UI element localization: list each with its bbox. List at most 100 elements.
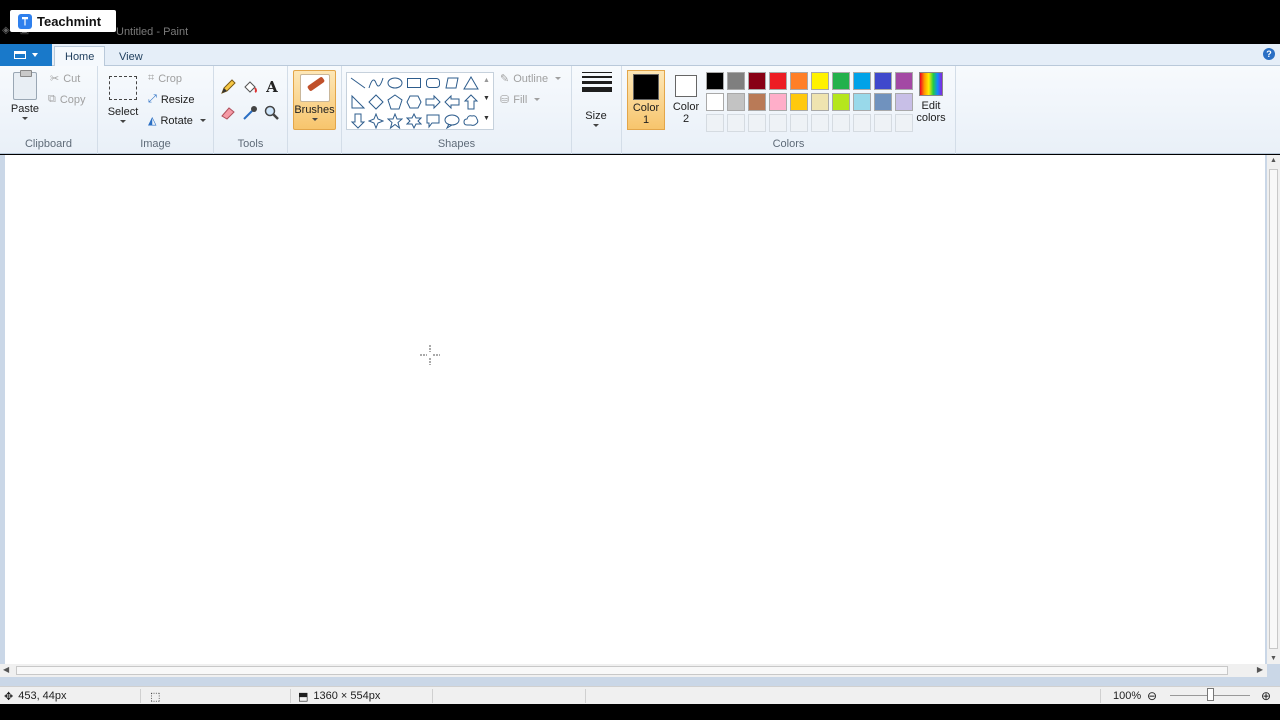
hexagon-shape-icon[interactable] — [406, 94, 422, 110]
oval-shape-icon[interactable] — [387, 75, 403, 91]
rotate-icon: ◭ — [148, 115, 157, 127]
color1-label: Color — [632, 102, 660, 114]
palette-swatch[interactable] — [790, 93, 808, 111]
horizontal-scroll-thumb[interactable] — [16, 666, 1228, 675]
file-menu-button[interactable] — [0, 44, 52, 66]
scroll-up-arrow-icon[interactable]: ▲ — [1270, 157, 1277, 164]
palette-swatch[interactable] — [748, 72, 766, 90]
cut-button[interactable]: ✂ Cut — [50, 72, 80, 86]
rotate-label: Rotate — [160, 114, 193, 127]
palette-swatch[interactable] — [895, 93, 913, 111]
paste-label: Paste — [10, 103, 40, 115]
custom-color-slot[interactable] — [748, 114, 766, 132]
select-button[interactable]: Select — [106, 72, 140, 123]
pentagon-shape-icon[interactable] — [387, 94, 403, 110]
outline-button[interactable]: ✎ Outline — [500, 72, 562, 85]
resize-button[interactable]: ⤢ Resize — [148, 93, 194, 106]
scroll-up-icon[interactable]: ▲ — [483, 77, 490, 84]
down-arrow-shape-icon[interactable] — [350, 113, 366, 129]
horizontal-scrollbar[interactable]: ◀ ▶ — [0, 664, 1267, 677]
paint-app-icon[interactable]: ◈ — [2, 25, 10, 36]
drawing-canvas[interactable] — [5, 155, 1265, 664]
color-palette — [705, 71, 915, 134]
crop-button[interactable]: ⌗ Crop — [148, 72, 182, 85]
tab-home[interactable]: Home — [54, 46, 106, 67]
custom-color-slot[interactable] — [832, 114, 850, 132]
oval-callout-shape-icon[interactable] — [444, 113, 460, 129]
help-icon[interactable]: ? — [1263, 48, 1275, 60]
zoom-out-icon[interactable]: ⊖ — [1147, 688, 1157, 704]
copy-button[interactable]: ⧉ Copy — [48, 93, 86, 106]
color-picker-icon[interactable] — [240, 103, 260, 123]
fill-bucket-icon[interactable] — [240, 77, 260, 97]
curve-shape-icon[interactable] — [368, 75, 384, 91]
paste-button[interactable]: Paste — [10, 70, 40, 120]
triangle-shape-icon[interactable] — [463, 75, 479, 91]
right-triangle-shape-icon[interactable] — [350, 94, 366, 110]
palette-swatch[interactable] — [895, 72, 913, 90]
up-arrow-shape-icon[interactable] — [463, 94, 479, 110]
palette-swatch[interactable] — [811, 93, 829, 111]
rounded-rectangle-shape-icon[interactable] — [425, 75, 441, 91]
palette-swatch[interactable] — [727, 72, 745, 90]
selection-size: ⬚ — [150, 688, 160, 704]
magnifier-icon[interactable] — [262, 103, 282, 123]
custom-color-slot[interactable] — [706, 114, 724, 132]
custom-color-slot[interactable] — [811, 114, 829, 132]
expand-gallery-icon[interactable]: ▼ — [483, 115, 490, 122]
four-point-star-shape-icon[interactable] — [368, 113, 384, 129]
scroll-left-arrow-icon[interactable]: ◀ — [3, 665, 9, 674]
palette-swatch[interactable] — [874, 72, 892, 90]
palette-swatch[interactable] — [853, 72, 871, 90]
fill-button[interactable]: ⛁ Fill — [500, 93, 541, 106]
vertical-scrollbar[interactable]: ▲ ▼ — [1267, 155, 1280, 664]
color1-button[interactable]: Color 1 — [627, 70, 665, 130]
colors-group-label: Colors — [772, 138, 805, 150]
palette-swatch[interactable] — [727, 93, 745, 111]
five-point-star-shape-icon[interactable] — [387, 113, 403, 129]
palette-swatch[interactable] — [874, 93, 892, 111]
palette-swatch[interactable] — [706, 72, 724, 90]
line-shape-icon[interactable] — [350, 75, 366, 91]
canvas-size-icon: ⬒ — [298, 690, 309, 703]
edit-colors-button[interactable]: Edit colors — [912, 72, 950, 124]
color-spectrum-icon — [919, 72, 943, 96]
custom-color-slot[interactable] — [895, 114, 913, 132]
color2-button[interactable]: Color 2 — [668, 70, 704, 130]
custom-color-slot[interactable] — [853, 114, 871, 132]
scroll-right-arrow-icon[interactable]: ▶ — [1257, 665, 1263, 674]
rectangle-shape-icon[interactable] — [406, 75, 422, 91]
rotate-button[interactable]: ◭ Rotate — [148, 114, 206, 127]
palette-swatch[interactable] — [832, 72, 850, 90]
scroll-down-arrow-icon[interactable]: ▼ — [1270, 655, 1277, 662]
custom-color-slot[interactable] — [790, 114, 808, 132]
custom-color-slot[interactable] — [769, 114, 787, 132]
chevron-down-icon — [120, 120, 126, 123]
zoom-slider-thumb[interactable] — [1207, 688, 1214, 701]
palette-swatch[interactable] — [832, 93, 850, 111]
right-arrow-shape-icon[interactable] — [425, 94, 441, 110]
vertical-scroll-thumb[interactable] — [1269, 169, 1278, 649]
text-icon[interactable]: A — [262, 77, 282, 97]
palette-swatch[interactable] — [706, 93, 724, 111]
zoom-in-icon[interactable]: ⊕ — [1261, 688, 1271, 704]
custom-color-slot[interactable] — [727, 114, 745, 132]
rounded-callout-shape-icon[interactable] — [425, 113, 441, 129]
eraser-icon[interactable] — [218, 103, 238, 123]
diamond-shape-icon[interactable] — [368, 94, 384, 110]
cloud-callout-shape-icon[interactable] — [463, 113, 479, 129]
polygon-shape-icon[interactable] — [444, 75, 460, 91]
palette-swatch[interactable] — [790, 72, 808, 90]
palette-swatch[interactable] — [811, 72, 829, 90]
resize-label: Resize — [160, 93, 195, 106]
scroll-down-icon[interactable]: ▼ — [483, 95, 490, 102]
palette-swatch[interactable] — [769, 72, 787, 90]
left-arrow-shape-icon[interactable] — [444, 94, 460, 110]
custom-color-slot[interactable] — [874, 114, 892, 132]
six-point-star-shape-icon[interactable] — [406, 113, 422, 129]
palette-swatch[interactable] — [769, 93, 787, 111]
tab-view[interactable]: View — [109, 46, 153, 67]
palette-swatch[interactable] — [853, 93, 871, 111]
pencil-icon[interactable] — [218, 77, 238, 97]
palette-swatch[interactable] — [748, 93, 766, 111]
